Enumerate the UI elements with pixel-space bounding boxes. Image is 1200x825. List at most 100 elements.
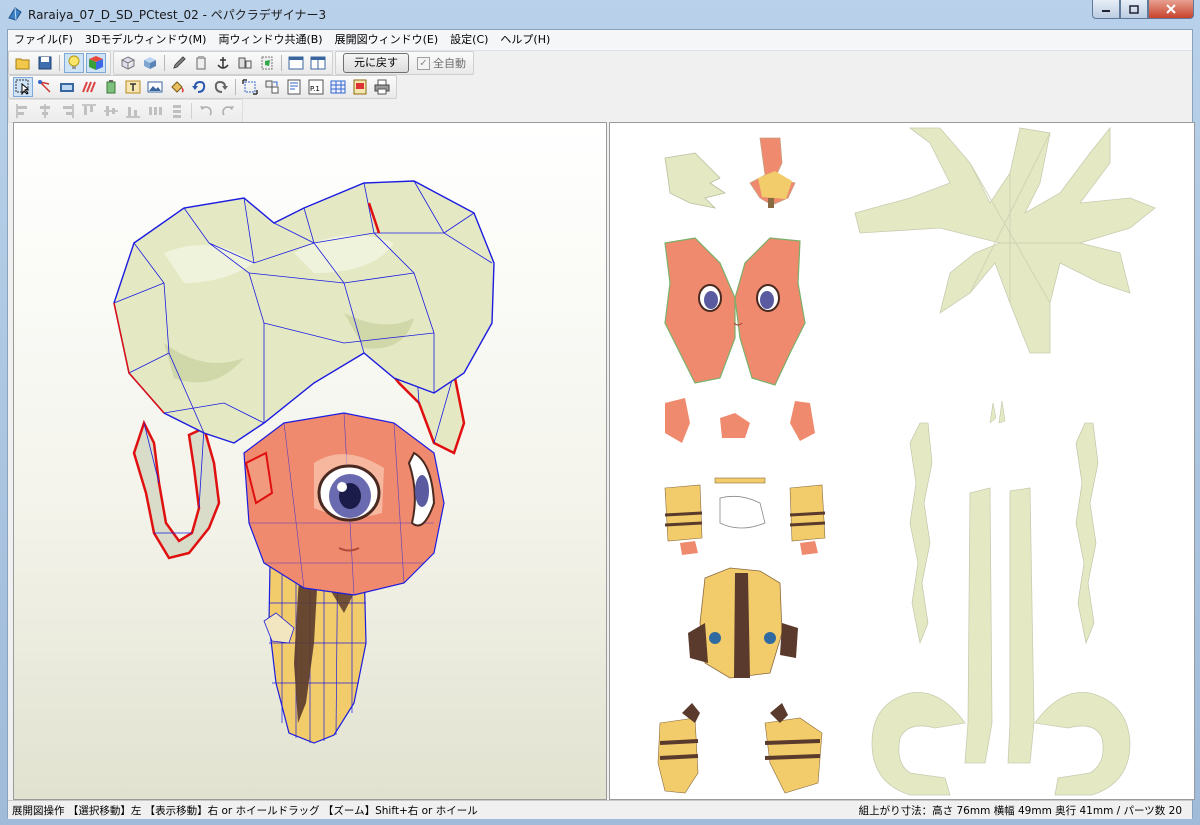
layout-button[interactable] <box>284 77 304 97</box>
toolbar-separator <box>191 103 192 119</box>
menu-both-windows[interactable]: 両ウィンドウ共通(B) <box>212 30 328 50</box>
anchor-button[interactable] <box>213 53 233 73</box>
status-instructions: 展開図操作 【選択移動】左 【表示移動】右 or ホイールドラッグ 【ズーム】S… <box>12 804 478 817</box>
close-button[interactable] <box>1148 0 1194 19</box>
toolbar-group-file <box>8 51 111 75</box>
align-middle-button[interactable] <box>101 101 121 121</box>
rotate-right-90-button[interactable] <box>218 101 238 121</box>
glue-icon <box>196 56 206 70</box>
wire-cube-button[interactable] <box>118 53 138 73</box>
align-center-button[interactable] <box>35 101 55 121</box>
bookmark-button[interactable] <box>328 77 348 97</box>
align-left-button[interactable] <box>13 101 33 121</box>
select-move-button[interactable] <box>13 77 33 97</box>
align-toolbar <box>8 99 245 123</box>
menu-help[interactable]: ヘルプ(H) <box>494 30 556 50</box>
window-title: Raraiya_07_D_SD_PCtest_02 - ペパクラデザイナー3 <box>28 8 327 22</box>
node-icon <box>38 80 51 93</box>
text-button[interactable] <box>123 77 143 97</box>
menu-settings[interactable]: 設定(C) <box>444 30 494 50</box>
part-face[interactable] <box>664 237 806 386</box>
part-arms[interactable] <box>664 477 826 555</box>
part-hair-curls[interactable] <box>871 691 1131 796</box>
join-edge-button[interactable] <box>57 77 77 97</box>
select-cursor-icon <box>15 79 30 95</box>
distribute-horizontal-icon <box>149 107 162 115</box>
page-button[interactable]: P.1 <box>306 77 326 97</box>
menu-unfold-window[interactable]: 展開図ウィンドウ(E) <box>329 30 445 50</box>
unfold-2d-canvas[interactable] <box>610 123 1194 799</box>
texture-toggle-button[interactable] <box>86 53 106 73</box>
glue-tab-button[interactable] <box>191 53 211 73</box>
image-button[interactable] <box>145 77 165 97</box>
align-right-icon <box>63 104 74 118</box>
solid-cube-icon <box>144 57 156 69</box>
single-window-button[interactable] <box>286 53 306 73</box>
redo-button[interactable] <box>211 77 231 97</box>
printer-icon <box>374 79 390 95</box>
part-hair-strand[interactable] <box>664 152 726 209</box>
part-icon <box>238 57 252 69</box>
rotate-left-90-button[interactable] <box>196 101 216 121</box>
split-window-button[interactable] <box>308 53 328 73</box>
distribute-vertical-icon <box>173 105 181 118</box>
align-right-button[interactable] <box>57 101 77 121</box>
redo-arrow-icon <box>214 80 228 93</box>
part-ears[interactable] <box>665 398 815 443</box>
app-icon[interactable] <box>7 6 23 22</box>
align-bottom-icon <box>126 107 140 118</box>
align-top-button[interactable] <box>79 101 99 121</box>
menu-bar: ファイル(F) 3Dモデルウィンドウ(M) 両ウィンドウ共通(B) 展開図ウィン… <box>8 30 1192 51</box>
color-cube-icon <box>89 56 103 70</box>
auto-checkbox-box[interactable]: ✓ <box>417 56 430 70</box>
light-toggle-button[interactable] <box>64 53 84 73</box>
model-3d-canvas[interactable] <box>14 123 606 799</box>
save-button[interactable] <box>35 53 55 73</box>
align-top-icon <box>82 104 96 115</box>
toolbar-group-edit: P.1 <box>8 75 397 99</box>
edit-toolbar: P.1 <box>8 75 399 99</box>
part-torso[interactable] <box>688 567 798 679</box>
hair-loop-left <box>132 419 221 560</box>
arrange-icon <box>265 80 279 94</box>
pencil-button[interactable] <box>169 53 189 73</box>
fit-page-button[interactable] <box>240 77 260 97</box>
minimize-button[interactable] <box>1092 0 1120 19</box>
part-ahoge[interactable] <box>749 137 796 208</box>
toolbar-separator <box>281 55 282 71</box>
maximize-button[interactable] <box>1120 0 1148 19</box>
distribute-v-button[interactable] <box>167 101 187 121</box>
toolbar-group-align <box>8 99 243 123</box>
arrange-button[interactable] <box>262 77 282 97</box>
distribute-h-button[interactable] <box>145 101 165 121</box>
auto-checkbox-label: 全自動 <box>433 57 466 70</box>
reset-button[interactable]: 元に戻す <box>343 53 409 73</box>
menu-3d-model-window[interactable]: 3Dモデルウィンドウ(M) <box>79 30 213 50</box>
flap-button[interactable] <box>101 77 121 97</box>
print-button[interactable] <box>372 77 392 97</box>
menu-file[interactable]: ファイル(F) <box>8 30 79 50</box>
image-icon <box>147 81 163 93</box>
paint-button[interactable] <box>167 77 187 97</box>
part-legs[interactable] <box>657 703 823 794</box>
part-edit-button[interactable] <box>235 53 255 73</box>
color-part-button[interactable] <box>257 53 277 73</box>
part-hair-top[interactable] <box>854 126 1156 354</box>
app-window: Raraiya_07_D_SD_PCtest_02 - ペパクラデザイナー3 フ… <box>0 0 1200 825</box>
open-button[interactable] <box>13 53 33 73</box>
undo-button[interactable] <box>189 77 209 97</box>
save-icon <box>38 56 52 70</box>
auto-checkbox[interactable]: ✓ 全自動 <box>417 55 466 71</box>
align-left-icon <box>16 104 27 118</box>
rotate-part-button[interactable] <box>35 77 55 97</box>
title-bar[interactable]: Raraiya_07_D_SD_PCtest_02 - ペパクラデザイナー3 <box>0 0 1200 28</box>
settings-sheet-icon <box>353 79 367 95</box>
model-3d-view[interactable] <box>13 122 607 800</box>
solid-cube-button[interactable] <box>140 53 160 73</box>
align-bottom-button[interactable] <box>123 101 143 121</box>
cut-edge-button[interactable] <box>79 77 99 97</box>
unfold-2d-view[interactable] <box>609 122 1195 800</box>
settings-button[interactable] <box>350 77 370 97</box>
toolbar-group-undo: 元に戻す ✓ 全自動 <box>335 51 474 75</box>
folder-icon <box>15 58 30 70</box>
